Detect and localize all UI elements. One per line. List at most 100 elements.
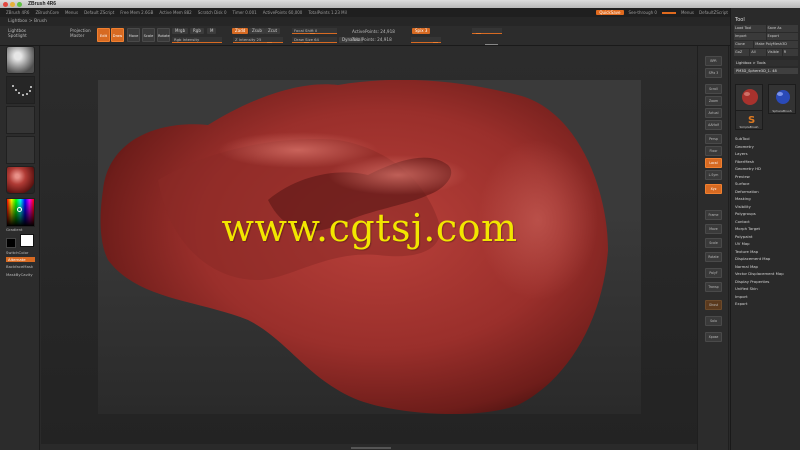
scale-view-button[interactable]: Scale [705,238,722,248]
default-zscript-button[interactable]: DefaultZScript [699,10,728,15]
mrgb-button[interactable]: Mrgb [172,28,189,34]
subpalette-deformation[interactable]: Deformation [735,188,799,196]
scroll-button[interactable]: Scroll [705,84,722,94]
mask-by-cavity-toggle[interactable]: MaskByCavity [6,272,33,277]
rgb-button[interactable]: Rgb [190,28,204,34]
subpalette-displacement-map[interactable]: Displacement Map [735,255,799,263]
canvas-scrollbar[interactable] [351,447,391,449]
lsym-button[interactable]: L.Sym [705,170,722,180]
secondary-color-swatch[interactable] [6,238,16,248]
aahalf-button[interactable]: AAHalf [705,120,722,130]
scale-button[interactable]: Scale [142,28,155,42]
subpalette-display-properties[interactable]: Display Properties [735,278,799,286]
spix-chip[interactable]: Spix 3 [412,28,431,34]
save-as-button[interactable]: Save As [766,25,798,32]
subpalette-polypaint[interactable]: Polypaint [735,233,799,241]
main-color-swatch[interactable] [20,234,34,247]
subpalette-fibermesh[interactable]: FiberMesh [735,158,799,166]
import-button[interactable]: Import [734,33,766,40]
subpalette-polygroups[interactable]: Polygroups [735,210,799,218]
switch-color-button[interactable]: SwitchColor [6,250,28,255]
backface-mask-toggle[interactable]: BackfaceMask [6,264,33,269]
actual-button[interactable]: Actual [705,108,722,118]
alternate-button[interactable]: Alternate [6,257,35,262]
draw-button[interactable]: Draw [111,28,124,42]
menu-item[interactable]: Menus [65,10,78,15]
subpalette-morph-target[interactable]: Morph Target [735,225,799,233]
export-button[interactable]: Export [766,33,798,40]
menu-item[interactable]: Default ZScript [84,10,114,15]
m-button[interactable]: M [207,28,217,34]
frame-button[interactable]: Frame [705,210,722,220]
zcut-button[interactable]: Zcut [265,28,281,34]
move-button[interactable]: Move [127,28,140,42]
stroke-selector[interactable] [6,76,35,104]
persp-button[interactable]: Persp [705,134,722,144]
goz-button[interactable]: GoZ [734,49,750,56]
r-button[interactable]: R [782,49,798,56]
subpalette-normal-map[interactable]: Normal Map [735,263,799,271]
solo-button[interactable]: Solo [705,316,722,326]
tool-thumbnail-sphere-brush[interactable]: SphereBrush [768,84,796,114]
tool-palette-title[interactable]: Tool [735,17,745,23]
subpalette-preview[interactable]: Preview [735,173,799,181]
rotate-view-button[interactable]: Rotate [705,252,722,262]
move-view-button[interactable]: Move [705,224,722,234]
subpalette-subtool[interactable]: SubTool [735,135,799,143]
z-intensity-slider[interactable]: Z Intensity 25 [233,37,283,43]
focal-shift-slider[interactable]: Focal Shift 0 [292,28,337,34]
subpalette-masking[interactable]: Masking [735,195,799,203]
floor-button[interactable]: Floor [705,146,722,156]
subpalette-uv-map[interactable]: UV Map [735,240,799,248]
subpalette-geometry[interactable]: Geometry [735,143,799,151]
minimize-window-icon[interactable] [10,1,15,7]
ghost-button[interactable]: Ghost [705,300,722,310]
tool-thumbnail-simple-brush[interactable]: S SimpleBrush [735,110,763,130]
mouse-avg-slider[interactable] [472,28,502,34]
subpalette-surface[interactable]: Surface [735,180,799,188]
spix-slider[interactable] [411,37,441,43]
material-selector[interactable] [6,166,35,194]
close-window-icon[interactable] [3,1,8,7]
clone-button[interactable]: Clone [734,41,754,48]
all-button[interactable]: All [750,49,766,56]
menus-toggle[interactable]: Menus [681,10,694,15]
xyz-button[interactable]: Xyz [705,184,722,194]
visible-button[interactable]: Visible [766,49,782,56]
subpalette-vector-displacement-map[interactable]: Vector Displacement Map [735,270,799,278]
bpr-button[interactable]: BPR [705,56,722,66]
subpalette-texture-map[interactable]: Texture Map [735,248,799,256]
menu-item[interactable]: ZBrushCore [35,10,59,15]
document-canvas[interactable]: www.cgtsj.com [98,80,641,414]
subpalette-unified-skin[interactable]: Unified Skin [735,285,799,293]
rgb-intensity-slider[interactable]: Rgb Intensity [172,37,222,43]
quicksave-button[interactable]: QuickSave [596,10,624,15]
color-picker[interactable] [6,198,35,227]
xpose-button[interactable]: Xpose [705,332,722,342]
texture-selector[interactable] [6,136,35,164]
subpalette-import[interactable]: Import [735,293,799,301]
menu-item[interactable]: ZBrush 4R6 [6,10,29,15]
subpalette-contact[interactable]: Contact [735,218,799,226]
load-tool-button[interactable]: Load Tool [734,25,766,32]
local-button[interactable]: Local [705,158,722,168]
alpha-selector[interactable] [6,106,35,134]
projection-master-button[interactable]: Projection Master [70,28,96,42]
spotlight-button[interactable] [38,28,60,42]
subpalette-geometry-hd[interactable]: Geometry HD [735,165,799,173]
lightbox-breadcrumb[interactable]: Lightbox > Brush [0,17,730,26]
transp-button[interactable]: Transp [705,282,722,292]
draw-size-slider[interactable]: Draw Size 64 [292,37,337,43]
make-polymesh-button[interactable]: Make PolyMesh3D [754,41,798,48]
spix-button[interactable]: SPix 3 [705,68,722,78]
brush-selector[interactable] [6,46,35,74]
lightbox-button[interactable]: Lightbox Spotlight [8,28,34,42]
zsub-button[interactable]: Zsub [249,28,265,34]
shelf-scrollbar[interactable] [485,44,498,45]
zoom-button[interactable]: Zoom [705,96,722,106]
edit-button[interactable]: Edit [97,28,110,42]
zadd-button[interactable]: Zadd [232,28,249,34]
lightbox-tools-button[interactable]: Lightbox > Tools [734,60,798,66]
subpalette-export[interactable]: Export [735,300,799,308]
see-through-slider[interactable]: See-through 0 [629,10,657,15]
